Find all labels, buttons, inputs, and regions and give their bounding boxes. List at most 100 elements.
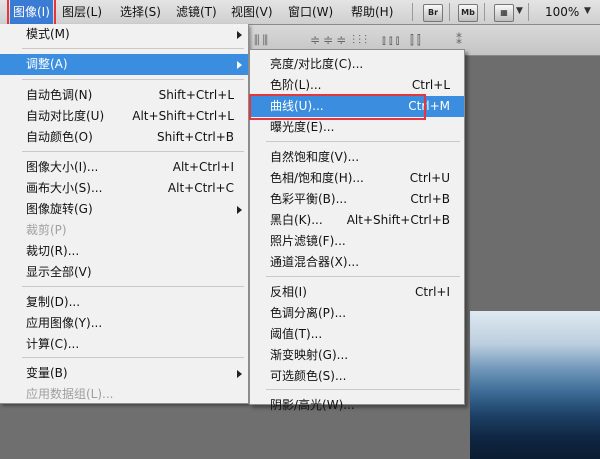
adjustments-menu-item[interactable]: 自然饱和度(V)... [250, 147, 464, 168]
image-menu-item[interactable]: 复制(D)... [0, 292, 248, 313]
menu-item-label: 应用数据组(L)... [26, 387, 114, 401]
menu-item-shortcut: Ctrl+I [415, 285, 450, 299]
image-menu-item[interactable]: 自动色调(N) Shift+Ctrl+L [0, 85, 248, 106]
image-menu-item[interactable]: 自动颜色(O) Shift+Ctrl+B [0, 127, 248, 148]
adjustments-menu-item[interactable]: 色相/饱和度(H)... Ctrl+U [250, 168, 464, 189]
image-menu-item[interactable]: 变量(B) [0, 363, 248, 384]
submenu-arrow-icon [237, 206, 242, 214]
menu-bar: 图像(I) 图层(L) 选择(S) 滤镜(T) 视图(V) 窗口(W) 帮助(H… [0, 0, 600, 27]
menu-item-label: 色彩平衡(B)... [270, 192, 348, 206]
menu-item-label: 画布大小(S)... [26, 181, 103, 195]
adjustments-menu-item[interactable]: 照片滤镜(F)... [250, 231, 464, 252]
image-menu-item[interactable]: 图像大小(I)... Alt+Ctrl+I [0, 157, 248, 178]
image-menu-item[interactable]: 显示全部(V) [0, 262, 248, 283]
menu-item-label: 自然饱和度(V)... [270, 150, 360, 164]
menu-select-label: 选择(S) [120, 5, 161, 19]
menu-item-label: 色相/饱和度(H)... [270, 171, 364, 185]
adjustments-menu-item[interactable]: 阈值(T)... [250, 324, 464, 345]
mini-bridge-button[interactable]: Mb [458, 4, 478, 22]
image-menu-item[interactable]: 图像旋转(G) [0, 199, 248, 220]
menu-item-label: 曲线(U)... [270, 99, 324, 113]
menu-item-label: 裁切(R)... [26, 244, 80, 258]
menu-layer-label: 图层(L) [62, 5, 103, 19]
menu-item-label: 曝光度(E)... [270, 120, 335, 134]
menu-item-label: 计算(C)... [26, 337, 80, 351]
adjustments-menu-item[interactable]: 曲线(U)... Ctrl+M [250, 96, 464, 117]
menu-item-label: 调整(A) [26, 57, 68, 71]
image-menu-item[interactable]: 画布大小(S)... Alt+Ctrl+C [0, 178, 248, 199]
view-extras-icon[interactable]: ▦ [494, 4, 514, 22]
menu-item-label: 裁剪(P) [26, 223, 67, 237]
menu-item-label: 复制(D)... [26, 295, 81, 309]
chevron-down-icon[interactable]: ▼ [516, 6, 523, 16]
menu-item-label: 黑白(K)... [270, 213, 323, 227]
menu-window[interactable]: 窗口(W) [288, 0, 333, 24]
menu-separator [22, 79, 244, 80]
adjustments-menu-item[interactable]: 黑白(K)... Alt+Shift+Ctrl+B [250, 210, 464, 231]
menu-item-label: 反相(I) [270, 285, 307, 299]
distribute-icons-3[interactable]: ⫾⫾⫾ [382, 33, 403, 48]
menu-item-label: 亮度/对比度(C)... [270, 57, 364, 71]
menu-item-shortcut: Alt+Ctrl+I [172, 160, 234, 174]
adjustments-menu-item[interactable]: 可选颜色(S)... [250, 366, 464, 387]
menubar-separator [412, 3, 413, 21]
adjustments-menu-item[interactable]: 阴影/高光(W)... [250, 395, 464, 416]
menu-item-label: 自动色调(N) [26, 88, 93, 102]
image-menu-item: 裁剪(P) [0, 220, 248, 241]
menu-image[interactable]: 图像(I) [7, 0, 56, 27]
menu-item-shortcut: Ctrl+B [410, 192, 450, 206]
menu-item-shortcut: Ctrl+U [409, 171, 450, 185]
menu-separator [22, 286, 244, 287]
distribute-icons-4[interactable]: ⫿⫿ [410, 33, 424, 48]
distribute-icons[interactable]: ≑≑≑ [310, 33, 349, 47]
submenu-arrow-icon [237, 61, 242, 69]
menu-separator [22, 357, 244, 358]
image-menu-item: 应用数据组(L)... [0, 384, 248, 405]
adjustments-menu-item[interactable]: 色阶(L)... Ctrl+L [250, 75, 464, 96]
zoom-dropdown-icon[interactable]: ▼ [584, 6, 591, 16]
submenu-arrow-icon [237, 370, 242, 378]
zoom-level[interactable]: 100% [545, 0, 579, 24]
adjustments-menu-item[interactable]: 曝光度(E)... [250, 117, 464, 138]
image-menu-item[interactable]: 计算(C)... [0, 334, 248, 355]
menu-item-label: 自动对比度(U) [26, 109, 105, 123]
bridge-button[interactable]: Br [423, 4, 443, 22]
distribute-icons-2[interactable]: ⫶⫶⫶ [352, 33, 370, 48]
auto-align-icon[interactable]: ⁑ [456, 33, 465, 47]
menu-view-label: 视图(V) [231, 5, 273, 19]
menu-window-label: 窗口(W) [288, 5, 334, 19]
zoom-level-label: 100% [545, 5, 580, 19]
adjustments-menu-item[interactable]: 渐变映射(G)... [250, 345, 464, 366]
image-menu-item[interactable]: 应用图像(Y)... [0, 313, 248, 334]
menu-separator [22, 48, 244, 49]
image-menu-item[interactable]: 裁切(R)... [0, 241, 248, 262]
adjustments-menu-item[interactable]: 色彩平衡(B)... Ctrl+B [250, 189, 464, 210]
menu-item-label: 色阶(L)... [270, 78, 322, 92]
menu-item-label: 色调分离(P)... [270, 306, 347, 320]
adjustments-menu-item[interactable]: 亮度/对比度(C)... [250, 54, 464, 75]
submenu-arrow-icon [237, 31, 242, 39]
menu-separator [266, 389, 460, 390]
align-icons[interactable]: ⫼⫼ [254, 33, 271, 48]
document-photo [470, 311, 600, 459]
menu-separator [266, 276, 460, 277]
adjustments-menu-item[interactable]: 色调分离(P)... [250, 303, 464, 324]
menu-layer[interactable]: 图层(L) [62, 0, 102, 24]
adjustments-menu-item[interactable]: 反相(I) Ctrl+I [250, 282, 464, 303]
image-menu-item[interactable]: 调整(A) [0, 54, 248, 75]
menu-select[interactable]: 选择(S) [120, 0, 161, 24]
menu-item-label: 自动颜色(O) [26, 130, 93, 144]
image-menu-dropdown: 模式(M) 调整(A) 自动色调(N) Shift+Ctrl+L 自动对比度(U) Alt… [0, 24, 249, 404]
menu-item-label: 阴影/高光(W)... [270, 398, 355, 412]
menu-item-shortcut: Ctrl+M [408, 99, 450, 113]
menu-filter[interactable]: 滤镜(T) [176, 0, 217, 24]
image-menu-item[interactable]: 模式(M) [0, 24, 248, 45]
menu-item-label: 图像大小(I)... [26, 160, 99, 174]
image-menu-item[interactable]: 自动对比度(U) Alt+Shift+Ctrl+L [0, 106, 248, 127]
adjustments-menu-item[interactable]: 通道混合器(X)... [250, 252, 464, 273]
menu-separator [22, 151, 244, 152]
menu-help[interactable]: 帮助(H) [351, 0, 393, 24]
menubar-separator [528, 3, 529, 21]
menu-view[interactable]: 视图(V) [231, 0, 273, 24]
menu-item-label: 变量(B) [26, 366, 68, 380]
